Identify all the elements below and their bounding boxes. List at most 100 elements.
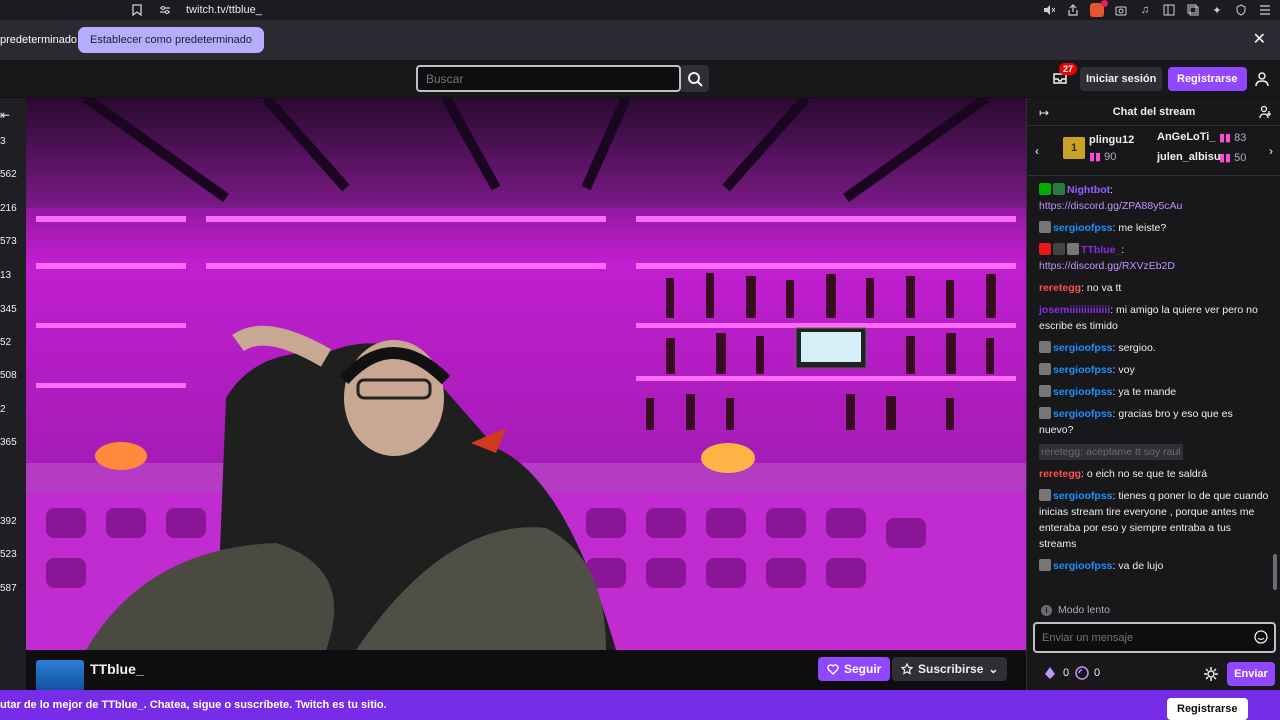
gift-icon: 1: [1063, 137, 1085, 159]
sub-badge-icon: [1039, 341, 1051, 353]
search-icon: [688, 71, 703, 87]
chat-username[interactable]: Nightbot: [1067, 184, 1110, 196]
viewer-count: 573: [0, 236, 17, 247]
signup-banner: utar de lo mejor de TTblue_. Chatea, sig…: [0, 690, 1280, 720]
chat-link[interactable]: https://discord.gg/RXVzEb2D: [1039, 260, 1175, 272]
channel-points-icon[interactable]: [1075, 666, 1089, 680]
leaderboard-user[interactable]: julen_albisu: [1157, 151, 1221, 163]
viewer-count: 3: [0, 136, 6, 147]
slow-mode-label: Modo lento: [1058, 604, 1110, 616]
register-button[interactable]: Registrarse: [1168, 67, 1247, 91]
user-icon[interactable]: [1254, 71, 1270, 87]
sidebar-icon[interactable]: [1162, 3, 1176, 17]
chat-username[interactable]: reretegg: [1041, 446, 1080, 458]
viewer-count: 216: [0, 203, 17, 214]
channel-name[interactable]: TTblue_: [90, 661, 144, 677]
set-default-button[interactable]: Establecer como predeterminado: [78, 27, 265, 53]
chat-input[interactable]: [1033, 622, 1276, 653]
banner-register-button[interactable]: Registrarse: [1167, 698, 1248, 720]
viewer-count: 562: [0, 169, 17, 180]
emote-picker-icon[interactable]: [1254, 630, 1268, 644]
chevron-right-icon[interactable]: ›: [1269, 144, 1273, 158]
leaderboard-user[interactable]: AnGeLoTi_: [1157, 131, 1215, 143]
login-button[interactable]: Iniciar sesión: [1080, 67, 1163, 91]
close-icon[interactable]: ✕: [1253, 32, 1266, 48]
chat-message: josemiiiiiiiiiiiiii: mi amigo la quiere …: [1039, 302, 1269, 334]
chat-username[interactable]: TTblue_: [1081, 244, 1121, 256]
viewer-count: 2: [0, 404, 6, 415]
chat-username[interactable]: sergioofpss: [1053, 560, 1113, 572]
follow-label: Seguir: [844, 662, 882, 676]
chat-message: TTblue_: https://discord.gg/RXVzEb2D: [1039, 243, 1175, 272]
chat-text: : sergioo.: [1112, 342, 1156, 354]
screenshot-icon[interactable]: [1114, 3, 1128, 17]
page-info-icon[interactable]: [158, 3, 172, 17]
chat-username[interactable]: reretegg: [1039, 282, 1081, 294]
chevron-left-icon[interactable]: ‹: [1035, 144, 1039, 158]
music-icon[interactable]: ♫: [1138, 3, 1152, 17]
viewer-count: 365: [0, 437, 17, 448]
follow-button[interactable]: Seguir: [818, 657, 891, 681]
star-icon: [901, 663, 913, 675]
chat-username[interactable]: sergioofpss: [1053, 386, 1113, 398]
chat-message: Nightbot: https://discord.gg/ZPA88y5cAu: [1039, 183, 1183, 212]
chat-message: sergioofpss: voy: [1039, 362, 1269, 378]
copy-icon[interactable]: [1186, 3, 1200, 17]
chat-message: sergioofpss: gracias bro y eso que es nu…: [1039, 406, 1269, 438]
collapse-sidebar-icon[interactable]: ⇤: [0, 108, 14, 122]
banner-text: utar de lo mejor de TTblue_. Chatea, sig…: [0, 699, 387, 711]
chat-message-deleted: reretegg: acéptame tt soy raul: [1039, 444, 1269, 460]
extensions-icon[interactable]: ✦: [1210, 3, 1224, 17]
chat-message: sergioofpss: me leiste?: [1039, 220, 1269, 236]
bookmark-icon[interactable]: [130, 3, 144, 17]
chat-scrollbar[interactable]: [1273, 554, 1277, 590]
chat-username[interactable]: reretegg: [1039, 468, 1081, 480]
notice-text: predeterminado: [0, 34, 78, 46]
chat-message: reretegg: no va tt: [1039, 280, 1269, 296]
chat-text: : o eich no se que te saldrá: [1081, 468, 1208, 480]
gift-badge-icon: [1053, 243, 1065, 255]
leaderboard-score: ▮▮ 50: [1219, 152, 1247, 164]
video-player[interactable]: [26, 98, 1026, 650]
leaderboard-score: ▮▮ 83: [1219, 132, 1247, 144]
chat-username[interactable]: sergioofpss: [1053, 364, 1113, 376]
browser-toolbar: twitch.tv/ttblue_ ♫ ✦: [0, 0, 1280, 20]
avatar[interactable]: [36, 660, 84, 690]
search-button[interactable]: [681, 65, 709, 92]
chat-message: sergioofpss: tienes q poner lo de que cu…: [1039, 488, 1269, 552]
chat-message: sergioofpss: va de lujo: [1039, 558, 1269, 574]
chat-title: Chat del stream: [1112, 106, 1196, 118]
chat-username[interactable]: josemiiiiiiiiiiiiii: [1039, 304, 1110, 316]
mute-tab-icon[interactable]: [1042, 3, 1056, 17]
search-input[interactable]: [416, 65, 681, 92]
bits-icon[interactable]: [1043, 666, 1057, 680]
community-icon[interactable]: [1259, 105, 1273, 119]
chat-username[interactable]: sergioofpss: [1053, 222, 1113, 234]
shield-icon[interactable]: [1234, 3, 1248, 17]
url-text[interactable]: twitch.tv/ttblue_: [186, 4, 262, 16]
info-icon: i: [1041, 604, 1052, 616]
address-bar[interactable]: twitch.tv/ttblue_: [130, 0, 262, 20]
viewer-count: 13: [0, 270, 12, 281]
chat-link[interactable]: https://discord.gg/ZPA88y5cAu: [1039, 200, 1182, 212]
brave-shield-icon[interactable]: [1090, 0, 1108, 17]
chat-text: : me leiste?: [1112, 222, 1167, 234]
chat-text: : ya te mande: [1112, 386, 1177, 398]
chat-username[interactable]: sergioofpss: [1053, 408, 1113, 420]
viewer-count: 392: [0, 516, 17, 527]
chat-header: ↦ Chat del stream: [1027, 98, 1280, 126]
sub-badge-icon: [1039, 363, 1051, 375]
chat-panel: ↦ Chat del stream ‹ 1 plingu12 ▮▮ 90 AnG…: [1026, 98, 1280, 690]
leaderboard-score: ▮▮ 90: [1089, 151, 1117, 163]
viewer-count: 587: [0, 583, 17, 594]
leaderboard-user[interactable]: plingu12: [1089, 134, 1134, 146]
chat-username[interactable]: sergioofpss: [1053, 342, 1113, 354]
gear-icon[interactable]: [1203, 666, 1219, 682]
sub-badge-icon: [1039, 559, 1051, 571]
subscribe-button[interactable]: Suscribirse ⌄: [892, 657, 1008, 681]
chat-username[interactable]: sergioofpss: [1053, 490, 1113, 502]
send-button[interactable]: Enviar: [1227, 662, 1275, 686]
bot-badge-icon: [1053, 183, 1065, 195]
share-icon[interactable]: [1066, 3, 1080, 17]
menu-icon[interactable]: [1258, 3, 1272, 17]
